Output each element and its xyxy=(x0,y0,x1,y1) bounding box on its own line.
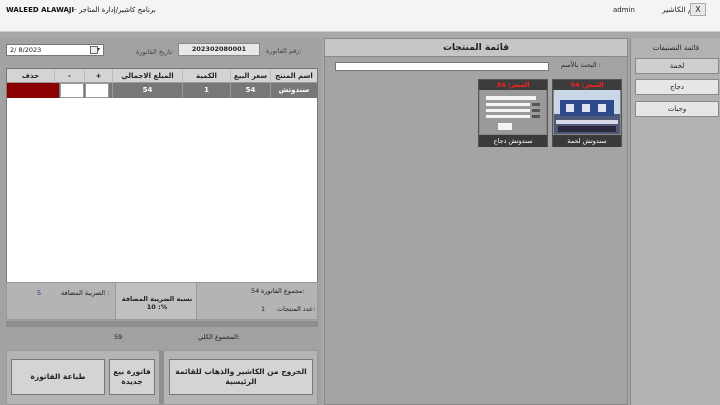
category-button-meat[interactable]: لحمة xyxy=(635,58,719,74)
header-minus: - xyxy=(54,69,84,83)
plus-button[interactable] xyxy=(85,83,109,98)
search-input[interactable] xyxy=(335,62,549,71)
invoice-number-field: 202302080001 xyxy=(178,43,260,56)
tax-rate-label: نسبة الضريبة المضافة : 10% xyxy=(121,295,193,311)
separator xyxy=(159,351,164,404)
invoice-date-label: تاريخ الفاتورة: xyxy=(136,48,174,56)
app-name: WALEED ALAWAJI xyxy=(6,6,75,14)
grid-header: حذف - + المبلغ الاجمالي الكمية سعر البيع… xyxy=(7,69,317,83)
product-price: السعر: 36 xyxy=(479,80,547,90)
tax-rate-box: نسبة الضريبة المضافة : 10% xyxy=(115,283,197,319)
header-product: اسم المنتج xyxy=(270,69,317,83)
grand-total-value: 59 xyxy=(114,333,123,341)
invoice-total-label: مجموع الفاتورة: xyxy=(261,287,305,295)
product-name: سندوتش دجاج xyxy=(479,135,547,147)
minus-button[interactable] xyxy=(60,83,84,98)
categories-title: قائمة التصنيفات xyxy=(652,44,700,52)
product-name: سندوتش لحمة xyxy=(553,135,621,147)
total-cell: 54 xyxy=(112,83,182,98)
invoice-panel: 2/ 8/2023 ▾ تاريخ الفاتورة: 202302080001… xyxy=(0,38,322,405)
exit-to-main-menu-button[interactable]: الخروج من الكاشير والذهاب للقائمة الرئيس… xyxy=(169,359,313,395)
actions-box: طباعة الفاتورة فاتورة بيع جديدة الخروج م… xyxy=(6,350,318,405)
category-button-meals[interactable]: وجبات xyxy=(635,101,719,117)
product-card-chicken-sandwich[interactable]: السعر: 36 سندوتش دجاج xyxy=(478,79,548,147)
header-delete: حذف xyxy=(21,72,40,80)
invoice-number-label: رقم الفاتورة: xyxy=(266,47,302,55)
title-bar: WALEED ALAWAJI- برنامج كاشير/إدارة المتا… xyxy=(0,0,720,32)
search-label: البحث بالأسم : xyxy=(561,61,601,69)
table-row[interactable]: 54 1 54 سندوتش لح... xyxy=(7,83,317,109)
chevron-down-icon[interactable]: ▾ xyxy=(97,46,100,53)
separator xyxy=(6,321,318,327)
cashier-name: admin xyxy=(613,6,635,14)
totals-box: الضريبة المضافة : 5 نسبة الضريبة المضافة… xyxy=(6,282,318,320)
price-cell: 54 xyxy=(230,83,270,98)
product-card-meat-sandwich[interactable]: السعر: 54 سندوتش لحمة xyxy=(552,79,622,147)
products-title: قائمة المنتجات xyxy=(325,39,627,57)
tax-added-label: الضريبة المضافة : xyxy=(61,289,110,297)
delete-cell[interactable] xyxy=(7,83,59,98)
new-invoice-button[interactable]: فاتورة بيع جديدة xyxy=(109,359,155,395)
product-image xyxy=(554,90,620,134)
app-subtitle: - برنامج كاشير/إدارة المتاجر xyxy=(74,6,156,14)
product-cell: سندوتش لح... xyxy=(270,83,317,109)
product-price: السعر: 54 xyxy=(553,80,621,90)
header-plus: + xyxy=(84,69,112,83)
invoice-grid: حذف - + المبلغ الاجمالي الكمية سعر البيع… xyxy=(6,68,318,304)
close-button[interactable]: X xyxy=(690,3,706,16)
header-quantity: الكمية xyxy=(182,69,230,83)
products-count-label: عدد المنتجات: xyxy=(277,305,316,313)
quantity-cell: 1 xyxy=(182,83,230,98)
header-price: سعر البيع xyxy=(230,69,270,83)
products-count-value: 1 xyxy=(261,305,266,313)
categories-panel: قائمة التصنيفات لحمة دجاج وجبات xyxy=(630,38,720,405)
app-title: WALEED ALAWAJI- برنامج كاشير/إدارة المتا… xyxy=(6,6,156,14)
header-total: المبلغ الاجمالي xyxy=(112,69,182,83)
product-image xyxy=(480,90,546,134)
invoice-total-value: 54 xyxy=(251,287,260,295)
grand-total-label: المجموع الكلي: xyxy=(198,333,240,341)
products-panel: قائمة المنتجات البحث بالأسم : السعر: 54 … xyxy=(324,38,628,405)
print-invoice-button[interactable]: طباعة الفاتورة xyxy=(11,359,105,395)
tax-added-value: 5 xyxy=(37,289,42,297)
category-button-chicken[interactable]: دجاج xyxy=(635,79,719,95)
